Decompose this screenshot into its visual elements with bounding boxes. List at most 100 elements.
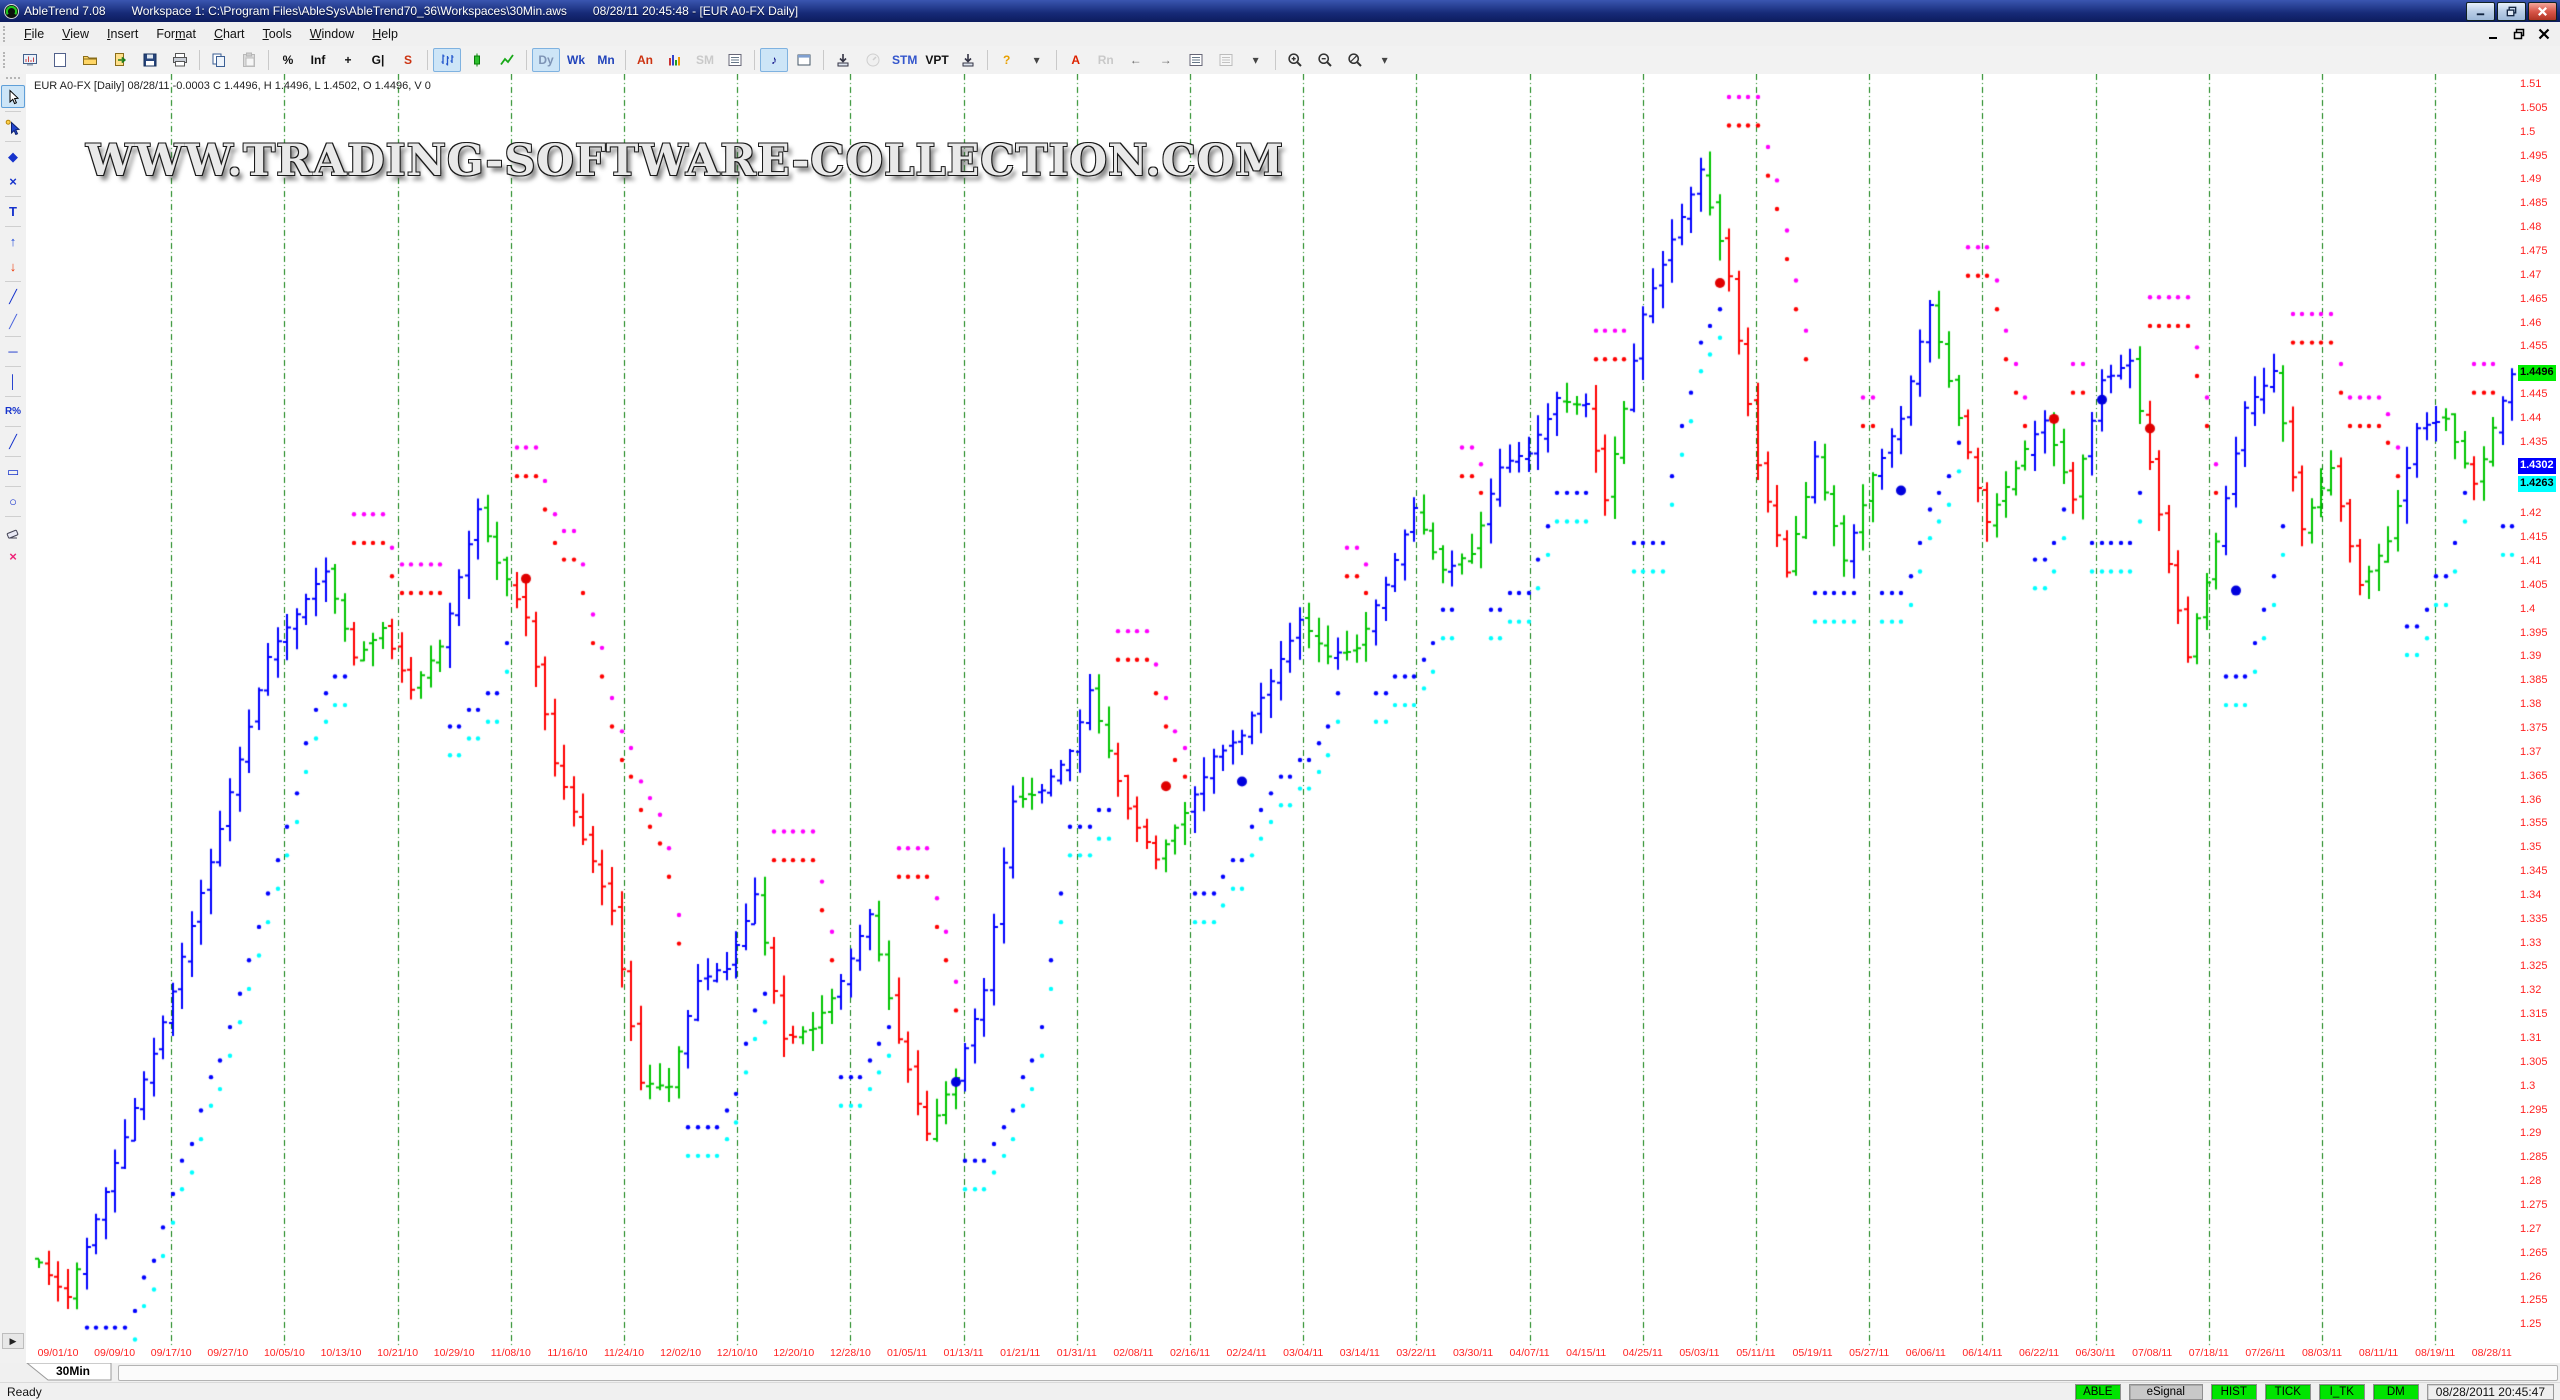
rn-button[interactable]: Rn — [1092, 48, 1120, 72]
price-tick-label: 1.495 — [2520, 150, 2548, 162]
menu-format[interactable]: Format — [147, 24, 205, 44]
chart-window-button[interactable] — [16, 48, 44, 72]
menu-view[interactable]: View — [53, 24, 98, 44]
palette-separator — [5, 456, 21, 457]
report-button[interactable] — [1182, 48, 1210, 72]
window-layout-icon — [796, 52, 812, 68]
palette-grip[interactable] — [6, 77, 20, 82]
price-chart-canvas[interactable] — [26, 74, 2518, 1346]
minimize-button[interactable] — [2466, 2, 2495, 21]
monthly-button[interactable]: Mn — [592, 48, 620, 72]
help-button[interactable]: ? — [993, 48, 1021, 72]
eraser-tool[interactable] — [1, 520, 25, 543]
data-download-button[interactable] — [829, 48, 857, 72]
arrow-down-tool[interactable]: ↓ — [1, 255, 25, 278]
gauge-button[interactable] — [859, 48, 887, 72]
restore-button[interactable] — [2497, 2, 2526, 21]
menu-insert[interactable]: Insert — [98, 24, 147, 44]
symbol-s-button[interactable]: S — [394, 48, 422, 72]
price-tick-label: 1.33 — [2520, 937, 2541, 949]
copy-button[interactable] — [205, 48, 233, 72]
close-button[interactable] — [2528, 2, 2557, 21]
annotation-a-button[interactable]: A — [1062, 48, 1090, 72]
delete-object-tool[interactable]: × — [1, 170, 25, 193]
new-page-button[interactable] — [46, 48, 74, 72]
date-tick-label: 06/06/11 — [1906, 1347, 1946, 1359]
palette-separator — [5, 366, 21, 367]
menu-chart[interactable]: Chart — [205, 24, 254, 44]
weekly-button[interactable]: Wk — [562, 48, 590, 72]
trendline-dotted-tool[interactable]: ╱ — [1, 285, 25, 308]
mdi-restore-button[interactable] — [2511, 26, 2527, 41]
toolbar-grip[interactable] — [3, 52, 9, 68]
price-tick-label: 1.39 — [2520, 650, 2541, 662]
overflow-3-button[interactable]: ▾ — [1371, 48, 1399, 72]
data-download-2-button[interactable] — [954, 48, 982, 72]
zoom-out-button[interactable] — [1311, 48, 1339, 72]
menu-file[interactable]: File — [15, 24, 53, 44]
window-layout-button[interactable] — [790, 48, 818, 72]
segment-tool[interactable]: ╱ — [1, 430, 25, 453]
add-button[interactable]: + — [334, 48, 362, 72]
delete-red-x-tool[interactable]: × — [1, 545, 25, 568]
date-tick-label: 11/08/10 — [491, 1347, 531, 1359]
open-button[interactable] — [76, 48, 104, 72]
ellipse-tool[interactable]: ○ — [1, 490, 25, 513]
palette-separator — [5, 141, 21, 142]
main-toolbar: %Inf+G|SDyWkMnAnSM♪STMVPT?▾ARn←→▾▾ — [0, 46, 2560, 75]
quote-list-button[interactable] — [721, 48, 749, 72]
back-button[interactable]: ← — [1122, 48, 1150, 72]
price-tick-label: 1.32 — [2520, 984, 2541, 996]
volume-bars-button[interactable] — [661, 48, 689, 72]
data-download-icon — [835, 52, 851, 68]
toolbar-separator — [987, 50, 988, 70]
pointer-tool[interactable] — [1, 85, 25, 108]
vpt-button[interactable]: VPT — [922, 48, 951, 72]
zoom-in-button[interactable] — [1281, 48, 1309, 72]
daily-button[interactable]: Dy — [532, 48, 560, 72]
title-bar[interactable]: AbleTrend 7.08 Workspace 1: C:\Program F… — [0, 0, 2560, 22]
print-button[interactable] — [166, 48, 194, 72]
overflow-1-button[interactable]: ▾ — [1023, 48, 1051, 72]
import-data-button[interactable] — [106, 48, 134, 72]
report-2-button[interactable] — [1212, 48, 1240, 72]
sound-alert-button[interactable]: ♪ — [760, 48, 788, 72]
trendline-tool[interactable]: ╱ — [1, 310, 25, 333]
vertical-line-tool[interactable]: │ — [1, 370, 25, 393]
percent-button[interactable]: % — [274, 48, 302, 72]
forward-button[interactable]: → — [1152, 48, 1180, 72]
mdi-minimize-button[interactable] — [2486, 26, 2502, 41]
menu-grip[interactable] — [3, 26, 9, 42]
menu-help[interactable]: Help — [363, 24, 407, 44]
menu-tools[interactable]: Tools — [254, 24, 301, 44]
rectangle-tool[interactable]: ▭ — [1, 460, 25, 483]
sm-button[interactable]: SM — [691, 48, 719, 72]
pointer-add-tool[interactable] — [1, 115, 25, 138]
paste-button[interactable] — [235, 48, 263, 72]
analysis-button[interactable]: An — [631, 48, 659, 72]
overflow-2-button[interactable]: ▾ — [1242, 48, 1270, 72]
palette-expand-button[interactable]: ▶ — [2, 1333, 24, 1349]
price-axis[interactable]: 1.511.5051.51.4951.491.4851.481.4751.471… — [2518, 74, 2560, 1346]
horizontal-line-tool[interactable]: ─ — [1, 340, 25, 363]
info-button[interactable]: Inf — [304, 48, 332, 72]
grid-button[interactable]: G| — [364, 48, 392, 72]
palette-separator — [5, 226, 21, 227]
mdi-close-button[interactable] — [2536, 26, 2552, 41]
zoom-reset-button[interactable] — [1341, 48, 1369, 72]
date-axis[interactable]: 09/01/1009/09/1009/17/1009/27/1010/05/10… — [26, 1346, 2560, 1362]
line-chart-type-button[interactable] — [493, 48, 521, 72]
tab-30min[interactable]: 30Min — [26, 1363, 112, 1382]
bar-chart-type-button[interactable] — [433, 48, 461, 72]
tab-strip[interactable] — [118, 1365, 2558, 1381]
menu-window[interactable]: Window — [301, 24, 363, 44]
point-marker-tool[interactable]: ◆ — [1, 145, 25, 168]
stm-button[interactable]: STM — [889, 48, 920, 72]
candle-chart-type-button[interactable] — [463, 48, 491, 72]
save-button[interactable] — [136, 48, 164, 72]
arrow-up-tool[interactable]: ↑ — [1, 230, 25, 253]
price-tick-label: 1.44 — [2520, 412, 2541, 424]
text-tool-tool[interactable]: T — [1, 200, 25, 223]
retracement-tool[interactable]: R% — [1, 400, 25, 423]
date-tick-label: 08/19/11 — [2415, 1347, 2455, 1359]
